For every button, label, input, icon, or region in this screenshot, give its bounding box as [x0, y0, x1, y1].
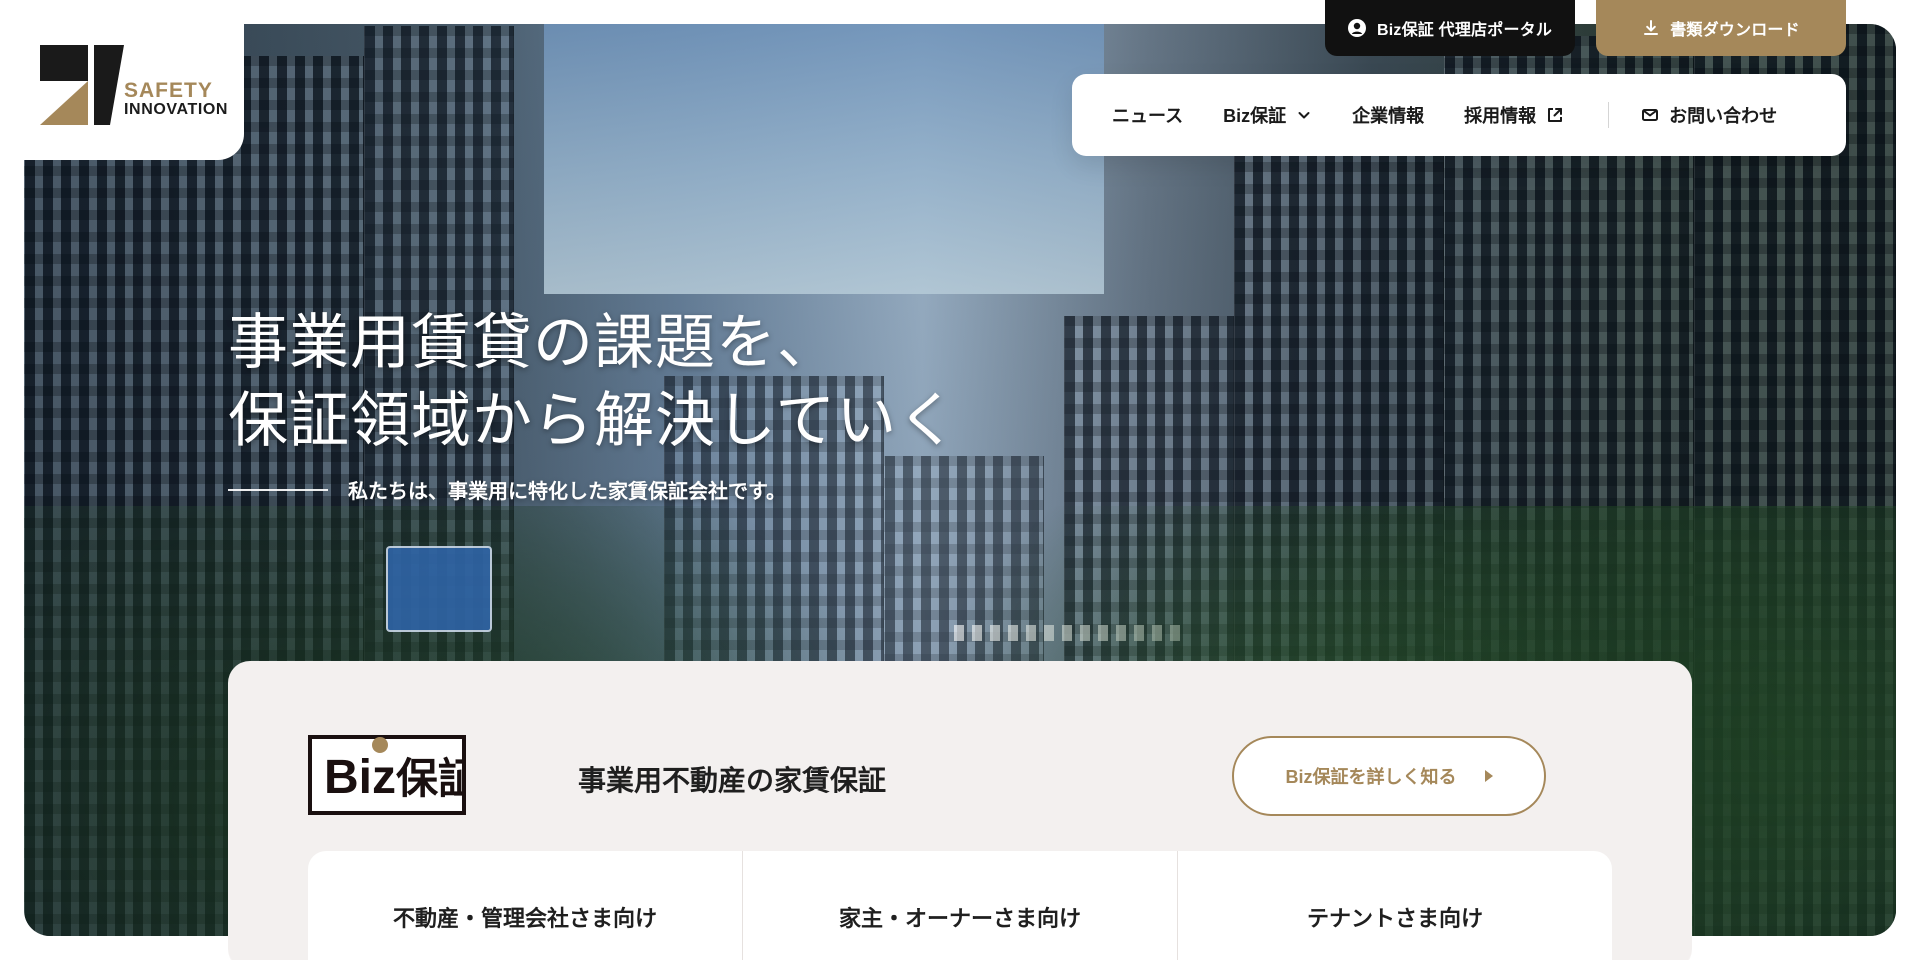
hero-headline: 事業用賃貸の課題を、 保証領域から解決していく — [228, 304, 1068, 460]
logo-text: SAFETY INNOVATION — [124, 79, 244, 119]
biz-guarantee-panel: Biz 保証 事業用不動産の家賃保証 Biz保証を詳しく知る 不動産・管理会社さ… — [228, 661, 1692, 960]
nav-item-company[interactable]: 企業情報 — [1352, 102, 1424, 128]
triangle-right-icon — [1484, 770, 1493, 782]
audience-tabs: 不動産・管理会社さま向け 家主・オーナーさま向け テナントさま向け — [308, 851, 1612, 960]
documents-download-button[interactable]: 書類ダウンロード — [1596, 0, 1846, 56]
biz-logo-text-right: 保証 — [396, 755, 466, 802]
hero-headline-line1: 事業用賃貸の課題を、 — [228, 308, 838, 378]
nav-divider — [1608, 102, 1610, 128]
user-circle-icon — [1347, 18, 1367, 38]
nav-item-label: Biz保証 — [1223, 106, 1287, 126]
download-icon — [1642, 19, 1660, 37]
tab-tenant[interactable]: テナントさま向け — [1178, 851, 1612, 960]
logo-text-line2: INNOVATION — [124, 101, 229, 119]
biz-learn-more-button[interactable]: Biz保証を詳しく知る — [1232, 736, 1546, 816]
external-link-icon — [1546, 106, 1564, 124]
biz-learn-more-label: Biz保証を詳しく知る — [1285, 767, 1457, 787]
agent-portal-label: Biz保証 代理店ポータル — [1377, 22, 1553, 39]
page: SAFETY INNOVATION Biz保証 代理店ポータル 書類ダウンロード… — [0, 0, 1920, 960]
nav-item-careers[interactable]: 採用情報 — [1464, 102, 1564, 128]
mail-icon — [1641, 106, 1659, 124]
tab-label: テナントさま向け — [1306, 906, 1483, 931]
nav-contact-label: お問い合わせ — [1669, 106, 1778, 126]
hero-street-sign — [386, 546, 492, 632]
nav-item-label: 企業情報 — [1352, 106, 1425, 126]
hero-sky — [544, 24, 1104, 294]
hero-subtitle-line — [228, 488, 328, 491]
biz-title: 事業用不動産の家賃保証 — [578, 765, 887, 796]
nav-item-label: 採用情報 — [1464, 106, 1537, 126]
tab-landlord-owner[interactable]: 家主・オーナーさま向け — [743, 851, 1178, 960]
nav-contact[interactable]: お問い合わせ — [1641, 102, 1777, 128]
hero-headline-line2: 保証領域から解決していく — [228, 386, 959, 456]
safety-innovation-logo-mark — [40, 45, 124, 125]
nav-item-biz-guarantee[interactable]: Biz保証 — [1223, 102, 1312, 128]
logo-container[interactable]: SAFETY INNOVATION — [0, 0, 244, 160]
hero-subtitle: 私たちは、事業用に特化した家賃保証会社です。 — [228, 475, 786, 504]
tab-real-estate-management[interactable]: 不動産・管理会社さま向け — [308, 851, 743, 960]
chevron-down-icon — [1296, 107, 1312, 123]
biz-logo-text-left: Biz — [324, 751, 396, 804]
biz-guarantee-logo: Biz 保証 — [308, 735, 466, 815]
hero-subtitle-text: 私たちは、事業用に特化した家賃保証会社です。 — [348, 481, 786, 503]
documents-download-label: 書類ダウンロード — [1670, 22, 1800, 39]
logo-text-line1: SAFETY — [124, 79, 213, 102]
nav-item-news[interactable]: ニュース — [1112, 102, 1183, 128]
agent-portal-link[interactable]: Biz保証 代理店ポータル — [1325, 0, 1575, 56]
main-navigation: ニュース Biz保証 企業情報 採用情報 お問い合わせ — [1072, 74, 1846, 156]
tab-label: 不動産・管理会社さま向け — [392, 906, 657, 931]
tab-label: 家主・オーナーさま向け — [838, 906, 1081, 931]
nav-item-label: ニュース — [1112, 106, 1184, 126]
